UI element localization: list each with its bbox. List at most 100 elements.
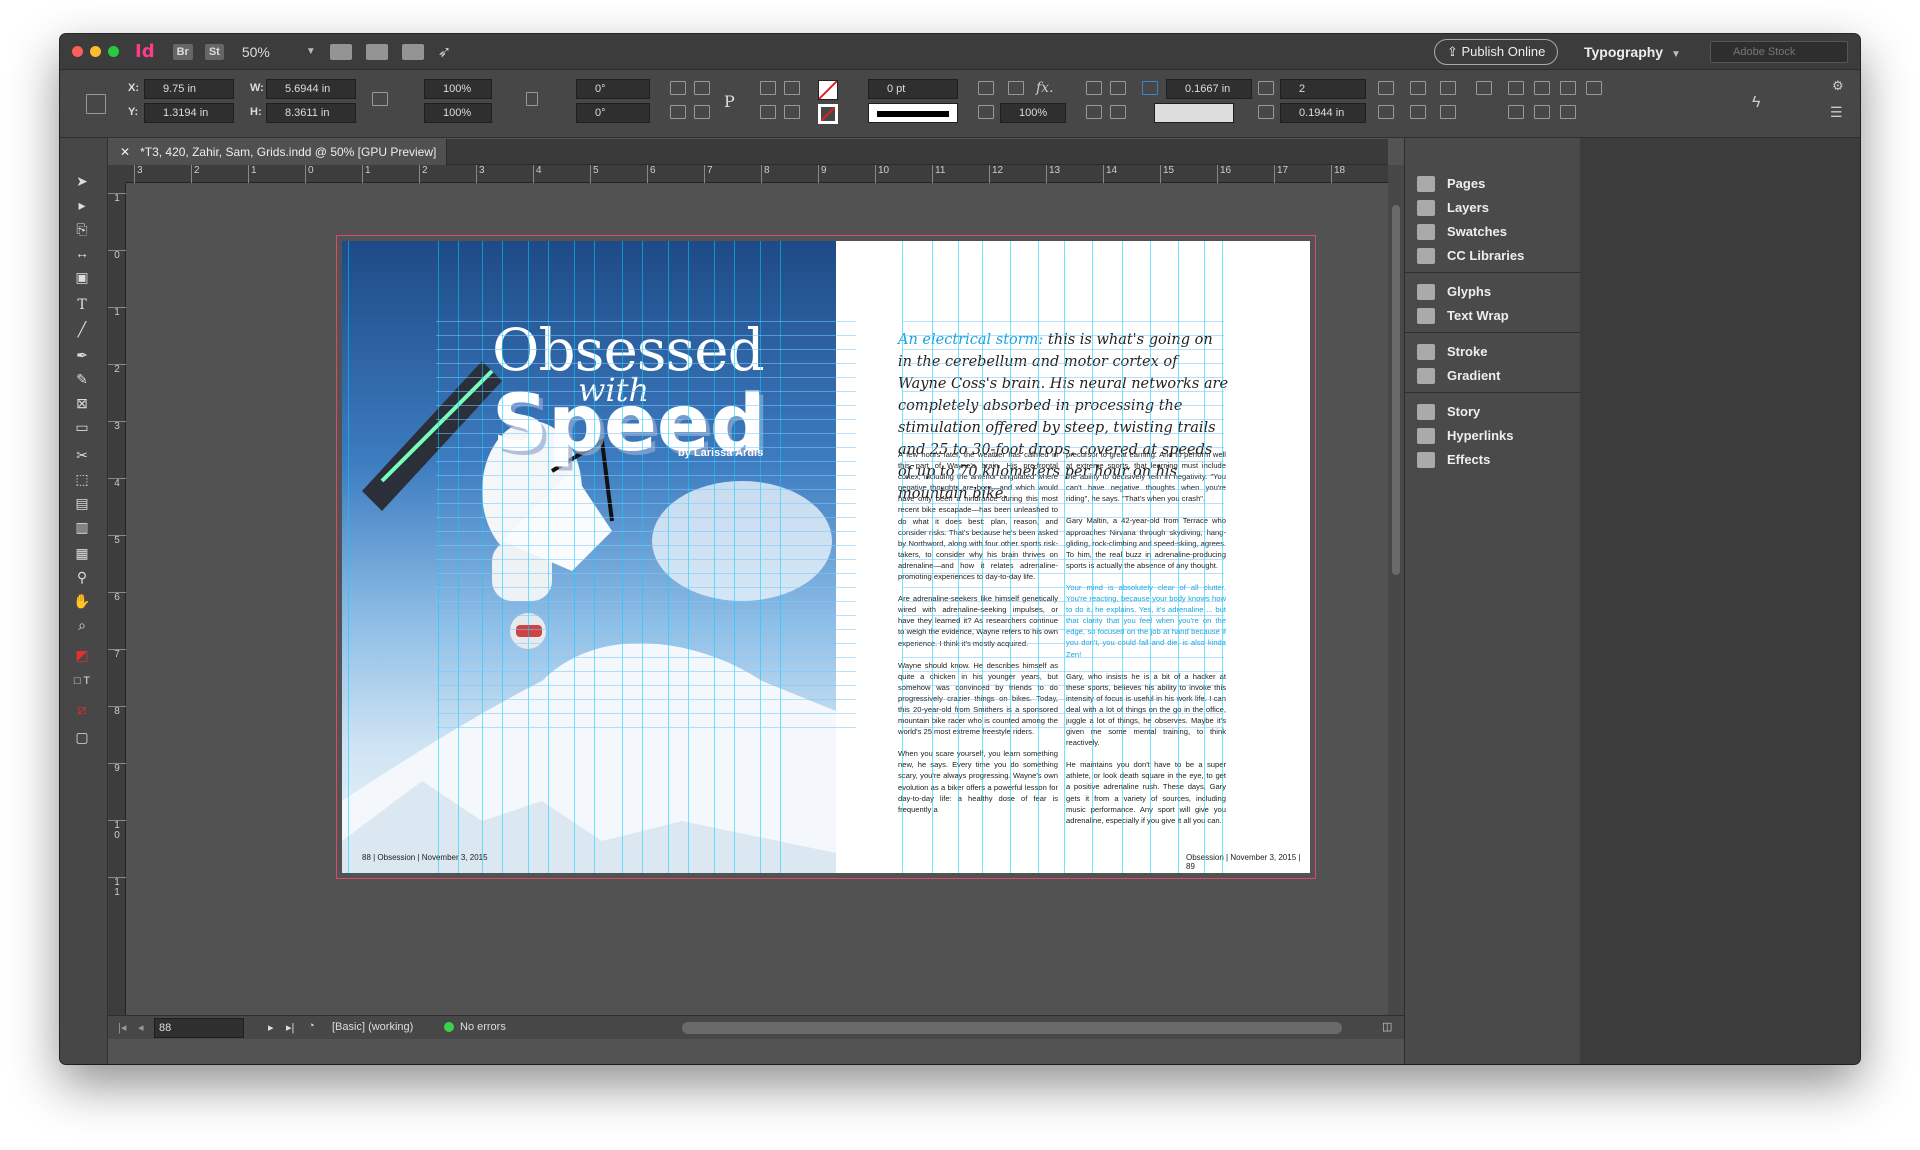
columns-field[interactable]: 2 xyxy=(1280,79,1366,99)
vertical-justify-bottom-icon[interactable] xyxy=(1440,81,1456,95)
align-right-edges-icon[interactable] xyxy=(1560,81,1576,95)
y-position-field[interactable]: 1.3194 in xyxy=(144,103,234,123)
select-content-icon[interactable] xyxy=(784,81,800,95)
preflight-icon[interactable]: ◔ xyxy=(308,1020,315,1032)
panel-glyphs[interactable]: Glyphs xyxy=(1417,280,1577,304)
opacity-field[interactable]: 100% xyxy=(1000,103,1066,123)
ruler-origin[interactable] xyxy=(108,165,126,183)
fill-stroke-icon[interactable]: ◩ xyxy=(72,646,92,664)
zoom-tool-icon[interactable]: ⌕ xyxy=(72,616,92,634)
adobe-stock-search[interactable]: Adobe Stock xyxy=(1710,41,1848,63)
close-icon[interactable]: ✕ xyxy=(120,145,130,159)
pasteboard[interactable]: Obsessed Speed with by Larissa Ardis 88 … xyxy=(126,183,1388,1015)
style-status[interactable]: [Basic] (working) xyxy=(332,1021,413,1033)
page-number-field[interactable]: 88 xyxy=(154,1018,244,1038)
next-page-icon[interactable]: ▸ xyxy=(268,1021,274,1034)
stroke-swatch-icon[interactable] xyxy=(818,104,838,124)
panel-stroke[interactable]: Stroke xyxy=(1417,340,1577,364)
view-options-icon[interactable] xyxy=(329,43,352,60)
vertical-ruler[interactable]: 101234567891 01 1 xyxy=(108,183,126,1015)
link-icon[interactable] xyxy=(526,92,538,106)
align-center-icon[interactable] xyxy=(1110,105,1126,119)
scrollbar-thumb[interactable] xyxy=(1392,205,1400,575)
flip-horizontal-icon[interactable] xyxy=(670,105,686,119)
last-page-icon[interactable]: ▸| xyxy=(286,1021,294,1034)
gradient-feather-tool-icon[interactable]: ▥ xyxy=(72,518,92,536)
scale-x-field[interactable]: 100% xyxy=(424,79,492,99)
scissors-tool-icon[interactable]: ✂ xyxy=(72,446,92,464)
previous-page-icon[interactable]: ◂ xyxy=(138,1021,144,1034)
width-field[interactable]: 5.6944 in xyxy=(266,79,356,99)
send-icon[interactable]: ➶ xyxy=(438,42,451,62)
scale-y-field[interactable]: 100% xyxy=(424,103,492,123)
align-left-edges-icon[interactable] xyxy=(1508,81,1524,95)
zoom-window-button[interactable] xyxy=(108,46,119,57)
select-next-icon[interactable] xyxy=(784,105,800,119)
vertical-justify-top-icon[interactable] xyxy=(1410,81,1426,95)
column-width-icon[interactable] xyxy=(1258,105,1274,119)
bridge-button[interactable]: Br xyxy=(172,43,193,60)
formatting-container-icon[interactable]: □ T xyxy=(72,672,92,690)
page-tool-icon[interactable]: ⎘ xyxy=(72,220,92,238)
balance-columns-icon[interactable] xyxy=(1378,105,1394,119)
reference-point-icon[interactable] xyxy=(86,94,106,114)
arrange-documents-icon[interactable] xyxy=(401,43,424,60)
zoom-level-field[interactable]: 50% xyxy=(242,44,302,60)
stock-button[interactable]: St xyxy=(204,43,224,60)
align-horizontal-centers-icon[interactable] xyxy=(1534,81,1550,95)
paragraph-icon[interactable]: P xyxy=(724,92,735,111)
rectangle-frame-tool-icon[interactable]: ⊠ xyxy=(72,394,92,412)
vertical-scrollbar[interactable] xyxy=(1388,165,1404,1015)
align-to-selection-icon[interactable] xyxy=(1476,81,1492,95)
panel-hyperlinks[interactable]: Hyperlinks xyxy=(1417,424,1577,448)
type-tool-icon[interactable]: T xyxy=(72,296,92,314)
align-bottom-edges-icon[interactable] xyxy=(1560,105,1576,119)
panel-menu-icon[interactable]: ☰ xyxy=(1830,104,1843,121)
document-tab[interactable]: ✕ *T3, 420, Zahir, Sam, Grids.indd @ 50% … xyxy=(108,139,448,165)
rectangle-tool-icon[interactable]: ▭ xyxy=(72,418,92,436)
apply-none-icon[interactable]: ⧄ xyxy=(72,700,92,718)
panel-text-wrap[interactable]: Text Wrap xyxy=(1417,304,1577,328)
panel-effects[interactable]: Effects xyxy=(1417,448,1577,472)
justify-icon[interactable] xyxy=(1378,81,1394,95)
text-wrap-none-icon[interactable] xyxy=(1086,81,1102,95)
selection-tool-icon[interactable]: ➤ xyxy=(72,172,92,190)
select-container-icon[interactable] xyxy=(760,81,776,95)
panel-pages[interactable]: Pages xyxy=(1417,172,1577,196)
pencil-tool-icon[interactable]: ✎ xyxy=(72,370,92,388)
byline[interactable]: by Larissa Ardis xyxy=(678,447,763,459)
lightning-icon[interactable]: ϟ xyxy=(1752,94,1760,112)
align-top-edges-icon[interactable] xyxy=(1508,105,1524,119)
rotate-cw-icon[interactable] xyxy=(670,81,686,95)
close-window-button[interactable] xyxy=(72,46,83,57)
rotation-field[interactable]: 0° xyxy=(576,79,650,99)
align-vertical-centers-icon[interactable] xyxy=(1534,105,1550,119)
minimize-window-button[interactable] xyxy=(90,46,101,57)
split-view-icon[interactable]: ◫ xyxy=(1382,1020,1392,1033)
vertical-justify-center-icon[interactable] xyxy=(1410,105,1426,119)
workspace-switcher[interactable]: Typography ▼ xyxy=(1584,44,1681,60)
flip-vertical-icon[interactable] xyxy=(694,105,710,119)
align-top-icon[interactable] xyxy=(1086,105,1102,119)
stroke-weight-field[interactable]: 0 pt xyxy=(868,79,958,99)
free-transform-tool-icon[interactable]: ⬚ xyxy=(72,470,92,488)
constrain-proportions-icon[interactable] xyxy=(372,92,388,106)
height-field[interactable]: 8.3611 in xyxy=(266,103,356,123)
screen-mode-tool-icon[interactable]: ▢ xyxy=(72,728,92,746)
x-position-field[interactable]: 9.75 in xyxy=(144,79,234,99)
select-previous-icon[interactable] xyxy=(760,105,776,119)
corner-options-icon[interactable] xyxy=(978,81,994,95)
chevron-down-icon[interactable]: ▼ xyxy=(306,46,316,57)
body-column-1[interactable]: A few hours later, the weather has calme… xyxy=(898,449,1058,826)
gap-tool-icon[interactable]: ↔ xyxy=(72,244,92,262)
panel-gradient[interactable]: Gradient xyxy=(1417,364,1577,388)
distribute-icon[interactable] xyxy=(1586,81,1602,95)
stroke-type-dropdown[interactable] xyxy=(868,103,958,123)
pen-tool-icon[interactable]: ✒ xyxy=(72,346,92,364)
line-tool-icon[interactable]: ╱ xyxy=(72,320,92,338)
panel-swatches[interactable]: Swatches xyxy=(1417,220,1577,244)
panel-cc-libraries[interactable]: CC Libraries xyxy=(1417,244,1577,268)
gear-icon[interactable]: ⚙ xyxy=(1832,78,1844,94)
direct-selection-tool-icon[interactable]: ▸ xyxy=(72,196,92,214)
publish-online-button[interactable]: ⇪ Publish Online xyxy=(1434,39,1559,65)
